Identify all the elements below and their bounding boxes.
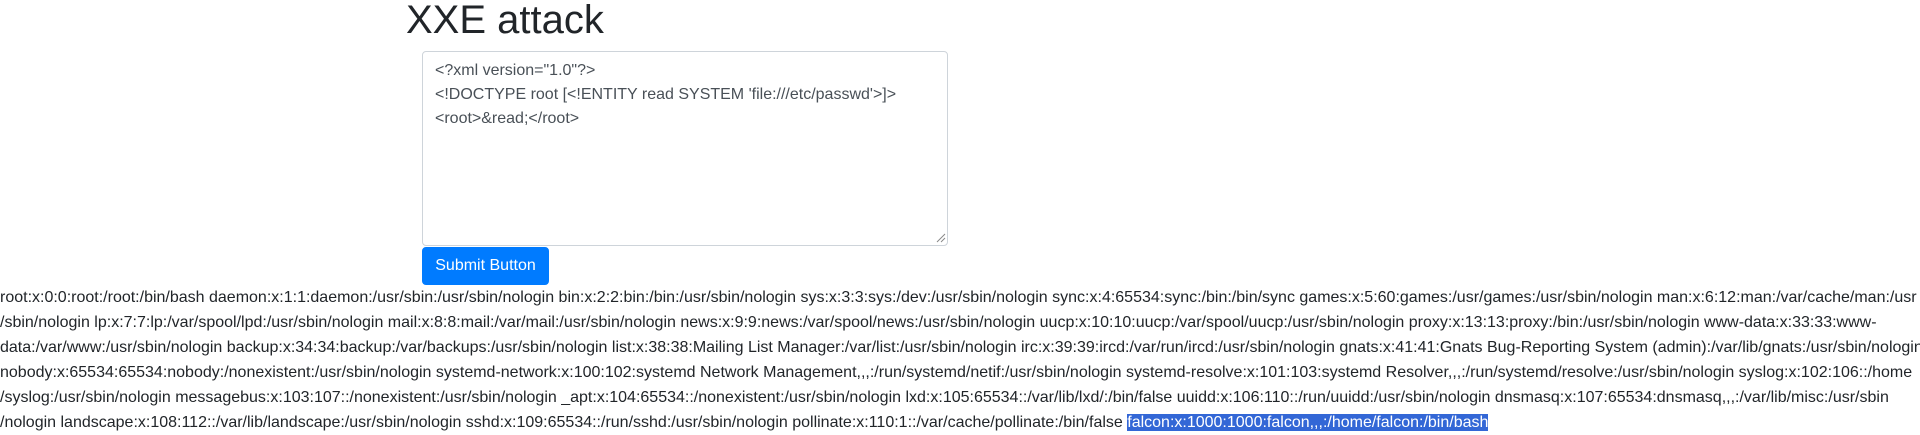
submit-button[interactable]: Submit Button [422,247,549,285]
output-line-last: /nologin landscape:x:108:112::/var/lib/l… [0,410,1920,435]
output-line: /sbin/nologin lp:x:7:7:lp:/var/spool/lpd… [0,314,1877,331]
output-line-text: /nologin landscape:x:108:112::/var/lib/l… [0,414,1128,431]
xml-input[interactable] [422,51,948,246]
passwd-output: root:x:0:0:root:/root:/bin/bash daemon:x… [0,285,1920,435]
output-line: /syslog:/usr/sbin/nologin messagebus:x:1… [0,389,1889,406]
output-line: root:x:0:0:root:/root:/bin/bash daemon:x… [0,289,1917,306]
page-title: XXE attack [406,0,604,42]
output-line: nobody:x:65534:65534:nobody:/nonexistent… [0,364,1913,381]
selected-text[interactable]: falcon:x:1000:1000:falcon,,,:/home/falco… [1127,414,1489,431]
resize-grip-icon[interactable] [936,233,946,243]
output-line: data:/var/www:/usr/sbin/nologin backup:x… [0,339,1920,356]
